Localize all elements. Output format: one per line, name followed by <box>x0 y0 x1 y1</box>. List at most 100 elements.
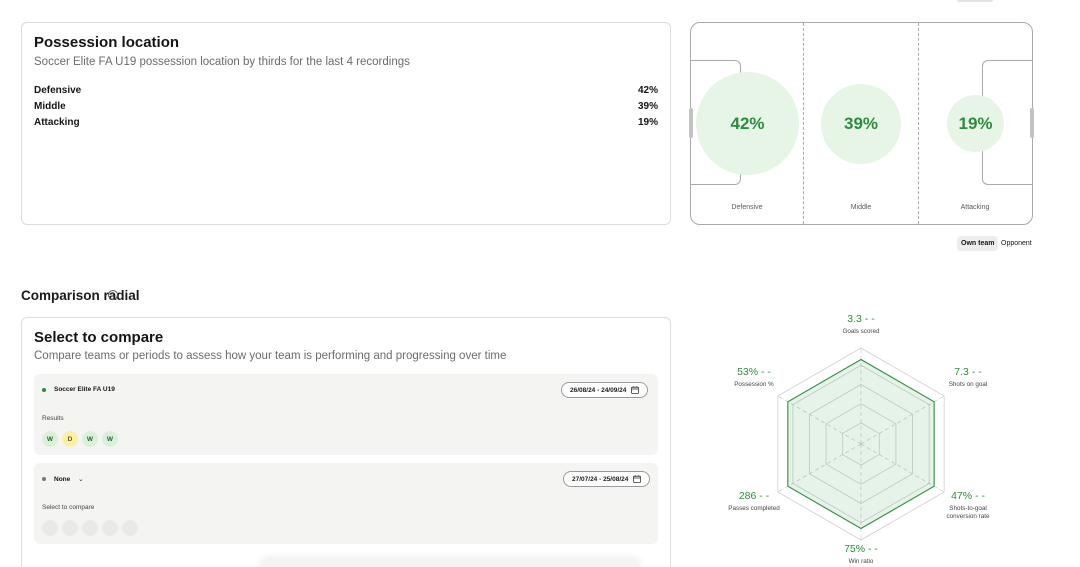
metric-label: Passes completed <box>728 505 780 512</box>
radar-grid-ring <box>792 364 930 524</box>
metric-label: Shots on goal <box>948 381 988 388</box>
radar-axis <box>777 395 862 445</box>
team-dot <box>42 477 46 481</box>
result-placeholder <box>102 520 118 536</box>
select-to-compare-card: Select to compare Compare teams or perio… <box>21 317 671 567</box>
primary-compare-panel: Soccer Elite FA U19 26/08/24 - 24/09/24 … <box>34 374 658 455</box>
result-badge: W <box>102 431 118 447</box>
metric-label: Goals scored <box>842 328 880 335</box>
row-label: Defensive <box>34 85 82 96</box>
pitch-diagram: 42% 39% 19% Defensive Middle Attacking <box>689 22 1034 225</box>
row-value: 42% <box>637 85 658 96</box>
chevron-down-icon: ⌄ <box>78 476 84 483</box>
radial-label: 75% - - Win ratio <box>816 543 906 566</box>
result-badge: D <box>62 431 78 447</box>
possession-row: Attacking 19% <box>34 117 658 129</box>
own-team-toggle[interactable]: Own team <box>957 236 999 251</box>
metric-label: Possession % <box>734 381 774 388</box>
zone-value: 19% <box>958 113 993 133</box>
calendar-icon <box>633 475 642 483</box>
radial-label: 3.3 - - Goals scored <box>816 313 906 336</box>
radial-value: 75% - - <box>816 543 906 555</box>
result-placeholder <box>82 520 98 536</box>
metric-value: 47% <box>951 490 973 502</box>
result-placeholder <box>62 520 78 536</box>
metric-label: Shots-to-goal conversion rate <box>946 505 990 520</box>
radial-value: 286 - - <box>709 490 799 502</box>
compare-value: - - <box>864 313 875 325</box>
radial-label: 47% - - Shots-to-goal conversion rate <box>923 490 1013 521</box>
zone-label: Middle <box>850 204 872 211</box>
radial-label: 7.3 - - Shots on goal <box>923 366 1013 389</box>
date-range-picker[interactable]: 27/07/24 - 25/08/24 <box>563 471 651 487</box>
card-subtitle: Compare teams or periods to assess how y… <box>34 350 507 362</box>
team-dot <box>42 388 46 392</box>
result-badge: W <box>82 431 98 447</box>
result-placeholder <box>122 520 138 536</box>
possession-row: Defensive 42% <box>34 85 658 97</box>
goal-right <box>1030 108 1034 138</box>
card-title: Select to compare <box>34 329 164 346</box>
metric-value: 53% <box>737 366 759 378</box>
card-title: Possession location <box>34 34 180 51</box>
date-range-picker[interactable]: 26/08/24 - 24/09/24 <box>561 382 649 398</box>
zone-label: Defensive <box>731 204 763 211</box>
zone-circle-defensive: 42% <box>696 72 799 175</box>
radial-label: 286 - - Passes completed <box>709 490 799 513</box>
metric-label: Win ratio <box>848 558 874 565</box>
compare-value: - - <box>868 543 878 555</box>
pitch-third-line <box>803 23 804 224</box>
info-icon[interactable]: i <box>108 290 118 300</box>
radar-grid-ring <box>825 403 897 485</box>
zone-circle-attacking: 19% <box>947 95 1004 152</box>
radar-data-polygon <box>787 358 935 530</box>
radial-value: 7.3 - - <box>923 366 1013 378</box>
section-title: Comparison radial <box>21 288 140 303</box>
date-range: 26/08/24 - 24/09/24 <box>570 386 627 394</box>
zone-value: 39% <box>843 114 879 133</box>
radial-value: 47% - - <box>923 490 1013 502</box>
calendar-icon <box>631 386 640 394</box>
row-value: 19% <box>637 117 658 128</box>
date-range: 27/07/24 - 25/08/24 <box>572 475 629 483</box>
metric-value: 286 <box>738 490 757 502</box>
select-to-compare-label: Select to compare <box>42 504 95 511</box>
possession-row: Middle 39% <box>34 101 658 113</box>
secondary-compare-panel: None ⌄ 27/07/24 - 25/08/24 Select to com… <box>34 463 658 544</box>
compare-value: - - <box>971 366 982 378</box>
possession-location-card: Possession location Soccer Elite FA U19 … <box>21 22 671 225</box>
result-badge: W <box>42 431 58 447</box>
radar-grid-ring <box>842 422 880 466</box>
floating-action-bar <box>260 560 640 567</box>
metric-value: 75% <box>844 543 866 555</box>
radar-axis <box>860 395 945 445</box>
team-select-dropdown[interactable]: None ⌄ <box>54 475 84 483</box>
radar-axis <box>777 443 862 493</box>
radar-axis <box>860 443 945 493</box>
compare-value: - - <box>975 490 985 502</box>
card-subtitle: Soccer Elite FA U19 possession location … <box>34 56 410 68</box>
top-button[interactable] <box>957 0 993 2</box>
radar-grid-ring <box>777 347 945 541</box>
row-value: 39% <box>637 101 658 112</box>
team-select-value: None <box>54 476 71 483</box>
zone-label: Attacking <box>960 204 990 211</box>
zone-value: 42% <box>730 113 765 133</box>
radial-label: 53% - - Possession % <box>709 366 799 389</box>
zone-circle-middle: 39% <box>821 84 901 164</box>
radar-grid-ring <box>809 384 913 504</box>
results-label: Results <box>42 415 64 422</box>
metric-value: 7.3 <box>954 366 969 378</box>
row-label: Middle <box>34 101 66 112</box>
result-placeholder <box>42 520 58 536</box>
opponent-toggle[interactable]: Opponent <box>997 236 1036 251</box>
radial-value: 53% - - <box>709 366 799 378</box>
goal-left <box>689 108 693 138</box>
radial-value: 3.3 - - <box>816 313 906 325</box>
row-label: Attacking <box>34 117 80 128</box>
metric-value: 3.3 <box>847 313 862 325</box>
compare-value: - - <box>761 366 771 378</box>
team-name: Soccer Elite FA U19 <box>54 386 115 393</box>
compare-value: - - <box>759 490 770 502</box>
pitch-third-line <box>918 23 919 224</box>
